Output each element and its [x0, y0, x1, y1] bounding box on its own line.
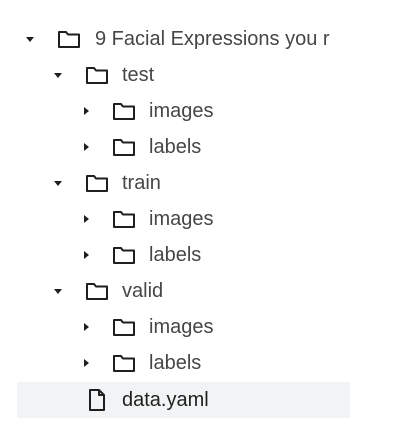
tree-item-train-folder[interactable]: train — [17, 165, 350, 201]
folder-icon — [85, 171, 109, 195]
folder-icon — [112, 135, 136, 159]
caret-right-icon[interactable] — [77, 318, 95, 336]
tree-item-valid-images-folder[interactable]: images — [17, 309, 350, 345]
folder-label-train: train — [122, 172, 161, 194]
folder-icon — [57, 27, 81, 51]
folder-icon — [112, 207, 136, 231]
folder-label-root: 9 Facial Expressions you r — [95, 28, 330, 50]
caret-down-icon[interactable] — [21, 30, 39, 48]
tree-item-valid-labels-folder[interactable]: labels — [17, 345, 350, 381]
folder-icon — [112, 243, 136, 267]
folder-label-images: images — [149, 100, 214, 122]
tree-item-test-labels-folder[interactable]: labels — [17, 129, 350, 165]
folder-icon — [85, 279, 109, 303]
tree-item-data-yaml-file[interactable]: data.yaml — [17, 382, 350, 418]
tree-item-root-folder[interactable]: 9 Facial Expressions you r — [17, 21, 350, 57]
folder-label-labels: labels — [149, 352, 202, 374]
caret-right-icon[interactable] — [77, 210, 95, 228]
folder-icon — [112, 99, 136, 123]
tree-item-test-folder[interactable]: test — [17, 57, 350, 93]
folder-label-labels: labels — [149, 244, 202, 266]
folder-label-labels: labels — [149, 136, 202, 158]
folder-label-images: images — [149, 208, 214, 230]
file-label-data-yaml: data.yaml — [122, 389, 209, 411]
folder-label-images: images — [149, 316, 214, 338]
tree-item-test-images-folder[interactable]: images — [17, 93, 350, 129]
folder-icon — [85, 63, 109, 87]
tree-item-train-labels-folder[interactable]: labels — [17, 237, 350, 273]
tree-item-train-images-folder[interactable]: images — [17, 201, 350, 237]
folder-icon — [112, 351, 136, 375]
caret-right-icon[interactable] — [77, 102, 95, 120]
caret-down-icon[interactable] — [49, 174, 67, 192]
folder-icon — [112, 315, 136, 339]
file-tree: 9 Facial Expressions you r test images l… — [0, 0, 403, 438]
caret-right-icon[interactable] — [77, 138, 95, 156]
caret-right-icon[interactable] — [77, 354, 95, 372]
file-icon — [85, 388, 109, 412]
tree-item-valid-folder[interactable]: valid — [17, 273, 350, 309]
caret-down-icon[interactable] — [49, 66, 67, 84]
folder-label-valid: valid — [122, 280, 164, 302]
folder-label-test: test — [122, 64, 155, 86]
caret-right-icon[interactable] — [77, 246, 95, 264]
caret-down-icon[interactable] — [49, 282, 67, 300]
